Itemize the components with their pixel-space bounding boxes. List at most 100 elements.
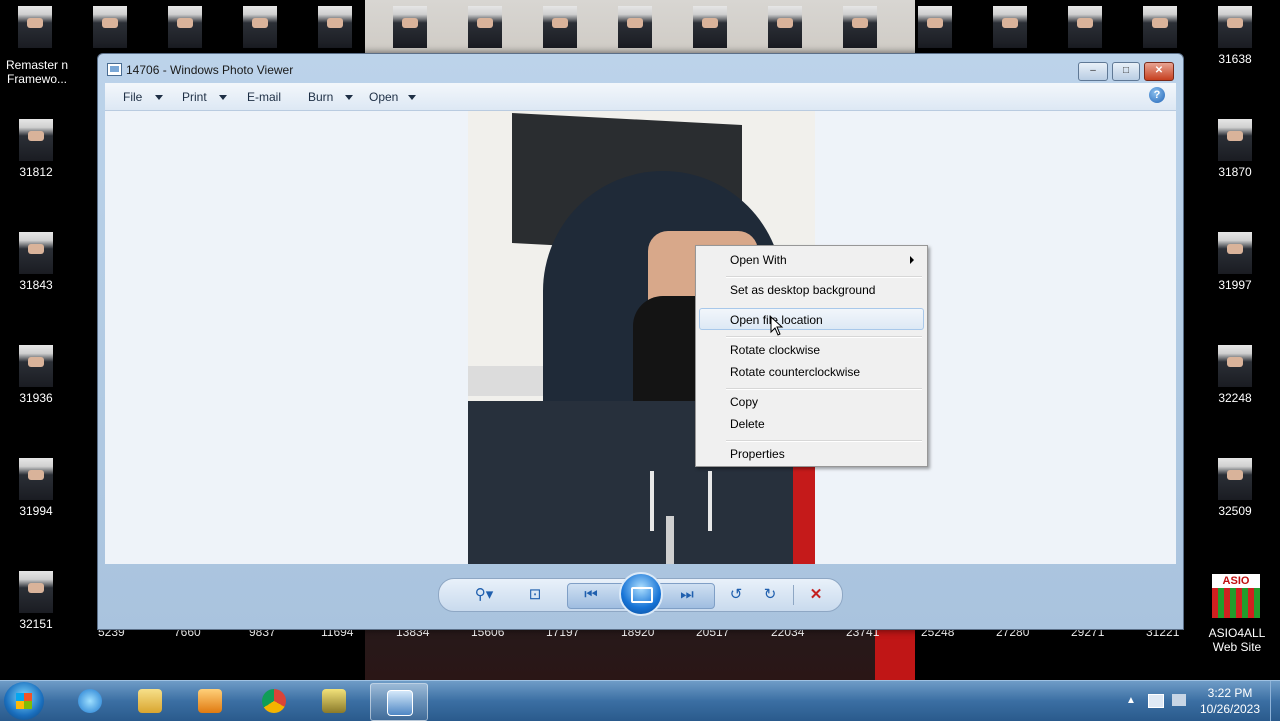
rotate-ccw-icon[interactable]: ↺ bbox=[725, 585, 747, 605]
photo-viewer-icon bbox=[387, 690, 413, 716]
desktop-icon-asio4all[interactable]: ASIO4ALL Web Site bbox=[1205, 626, 1269, 654]
menu-print[interactable]: Print bbox=[182, 90, 207, 104]
chevron-down-icon[interactable] bbox=[408, 95, 416, 100]
desktop-icon[interactable]: 32151 bbox=[6, 571, 66, 631]
taskbar-internet-explorer[interactable] bbox=[62, 683, 118, 719]
desktop-icon[interactable] bbox=[155, 0, 215, 52]
desktop-icon-label: 32248 bbox=[1218, 391, 1252, 405]
taskbar-media-player[interactable] bbox=[182, 683, 238, 719]
desktop-icon[interactable] bbox=[605, 0, 665, 52]
slideshow-icon[interactable] bbox=[619, 572, 663, 616]
divider bbox=[726, 276, 922, 278]
desktop-icon[interactable]: 31843 bbox=[6, 232, 66, 292]
divider bbox=[793, 585, 794, 605]
desktop-icon[interactable]: 31994 bbox=[6, 458, 66, 518]
desktop-icon[interactable]: 32248 bbox=[1205, 345, 1265, 405]
clock-date: 10/26/2023 bbox=[1199, 702, 1261, 716]
start-button[interactable] bbox=[4, 682, 44, 720]
image-thumbnail-icon bbox=[19, 345, 53, 387]
desktop-icon[interactable] bbox=[1055, 0, 1115, 52]
menu-item-properties[interactable]: Properties bbox=[730, 447, 785, 461]
menu-file[interactable]: File bbox=[123, 90, 142, 104]
chevron-down-icon[interactable] bbox=[345, 95, 353, 100]
close-button[interactable]: ✕ bbox=[1144, 62, 1174, 81]
title-bar[interactable]: 14706 - Windows Photo Viewer – □ ✕ bbox=[98, 54, 1183, 84]
chevron-down-icon[interactable] bbox=[219, 95, 227, 100]
desktop-icon[interactable]: 31812 bbox=[6, 119, 66, 179]
image-thumbnail-icon bbox=[468, 6, 502, 48]
menu-email[interactable]: E-mail bbox=[247, 90, 281, 104]
magnifier-icon[interactable]: ⚲▾ bbox=[467, 585, 501, 605]
desktop-icon[interactable] bbox=[230, 0, 290, 52]
windows-logo-icon bbox=[16, 693, 32, 709]
taskbar-file-explorer[interactable] bbox=[122, 683, 178, 719]
image-thumbnail-icon bbox=[1218, 458, 1252, 500]
context-menu: Open With Set as desktop background Open… bbox=[695, 245, 928, 467]
image-thumbnail-icon bbox=[918, 6, 952, 48]
image-viewport bbox=[105, 111, 1176, 564]
desktop-icon[interactable]: 31638 bbox=[1205, 6, 1265, 66]
divider bbox=[726, 336, 922, 338]
desktop-icon[interactable] bbox=[80, 0, 140, 52]
desktop-icon[interactable] bbox=[905, 0, 965, 52]
desktop-icon-label: 31994 bbox=[19, 504, 53, 518]
network-icon[interactable] bbox=[1148, 694, 1164, 708]
desktop-icon-label: ASIO4ALL Web Site bbox=[1208, 626, 1266, 654]
desktop-icon[interactable] bbox=[830, 0, 890, 52]
divider bbox=[726, 388, 922, 390]
menu-item-delete[interactable]: Delete bbox=[730, 417, 765, 431]
minimize-button[interactable]: – bbox=[1078, 62, 1108, 81]
command-bar: File Print E-mail Burn Open ? bbox=[105, 83, 1176, 111]
desktop-icon[interactable] bbox=[305, 0, 365, 52]
desktop-icon[interactable]: 31870 bbox=[1205, 119, 1265, 179]
previous-icon[interactable]: ⏮ bbox=[579, 585, 603, 605]
image-thumbnail-icon bbox=[19, 458, 53, 500]
taskbar-app[interactable] bbox=[306, 683, 362, 719]
desktop-icon[interactable] bbox=[5, 0, 65, 52]
desktop-icon[interactable] bbox=[680, 0, 740, 52]
chevron-down-icon[interactable] bbox=[155, 95, 163, 100]
desktop-icon[interactable]: 31936 bbox=[6, 345, 66, 405]
chevron-up-icon[interactable]: ▲ bbox=[1126, 695, 1136, 706]
taskbar: ▲ 3:22 PM 10/26/2023 bbox=[0, 680, 1280, 721]
desktop-icon-label: 31843 bbox=[19, 278, 53, 292]
menu-burn[interactable]: Burn bbox=[308, 90, 333, 104]
menu-item-rotate-counterclockwise[interactable]: Rotate counterclockwise bbox=[730, 365, 860, 379]
system-clock[interactable]: 3:22 PM 10/26/2023 bbox=[1190, 685, 1270, 717]
actual-size-icon[interactable]: ⊡ bbox=[523, 585, 547, 605]
desktop-icon[interactable] bbox=[380, 0, 440, 52]
maximize-button[interactable]: □ bbox=[1112, 62, 1140, 81]
menu-item-set-desktop-background[interactable]: Set as desktop background bbox=[730, 283, 875, 297]
image-thumbnail-icon bbox=[19, 232, 53, 274]
desktop-icon[interactable] bbox=[530, 0, 590, 52]
desktop-icon-remaster[interactable]: Remaster n Framewo... bbox=[4, 58, 70, 86]
volume-muted-icon[interactable] bbox=[1172, 694, 1186, 706]
image-thumbnail-icon bbox=[768, 6, 802, 48]
image-thumbnail-icon bbox=[393, 6, 427, 48]
image-thumbnail-icon bbox=[543, 6, 577, 48]
menu-item-rotate-clockwise[interactable]: Rotate clockwise bbox=[730, 343, 820, 357]
desktop-icon[interactable] bbox=[1130, 0, 1190, 52]
image-thumbnail-icon bbox=[18, 6, 52, 48]
taskbar-chrome[interactable] bbox=[246, 683, 302, 719]
delete-icon[interactable]: ✕ bbox=[805, 585, 827, 605]
taskbar-photo-viewer[interactable] bbox=[370, 683, 428, 721]
menu-item-open-with[interactable]: Open With bbox=[730, 253, 787, 267]
menu-open[interactable]: Open bbox=[369, 90, 398, 104]
desktop-icon-label: 31638 bbox=[1218, 52, 1252, 66]
image-thumbnail-icon bbox=[1143, 6, 1177, 48]
rotate-cw-icon[interactable]: ↻ bbox=[759, 585, 781, 605]
menu-item-copy[interactable]: Copy bbox=[730, 395, 758, 409]
asio4all-logo-icon[interactable]: ASIO bbox=[1212, 574, 1260, 618]
divider bbox=[726, 440, 922, 442]
playback-controls: ⚲▾ ⊡ ⏮ ⏭ ↺ ↻ ✕ bbox=[438, 572, 843, 616]
desktop-icon[interactable]: 32509 bbox=[1205, 458, 1265, 518]
desktop-icon[interactable]: 31997 bbox=[1205, 232, 1265, 292]
desktop-icon[interactable] bbox=[980, 0, 1040, 52]
desktop-icon[interactable] bbox=[755, 0, 815, 52]
help-icon[interactable]: ? bbox=[1149, 87, 1165, 103]
media-player-icon bbox=[198, 689, 222, 713]
next-icon[interactable]: ⏭ bbox=[675, 585, 699, 605]
show-desktop-button[interactable] bbox=[1270, 681, 1280, 721]
desktop-icon[interactable] bbox=[455, 0, 515, 52]
